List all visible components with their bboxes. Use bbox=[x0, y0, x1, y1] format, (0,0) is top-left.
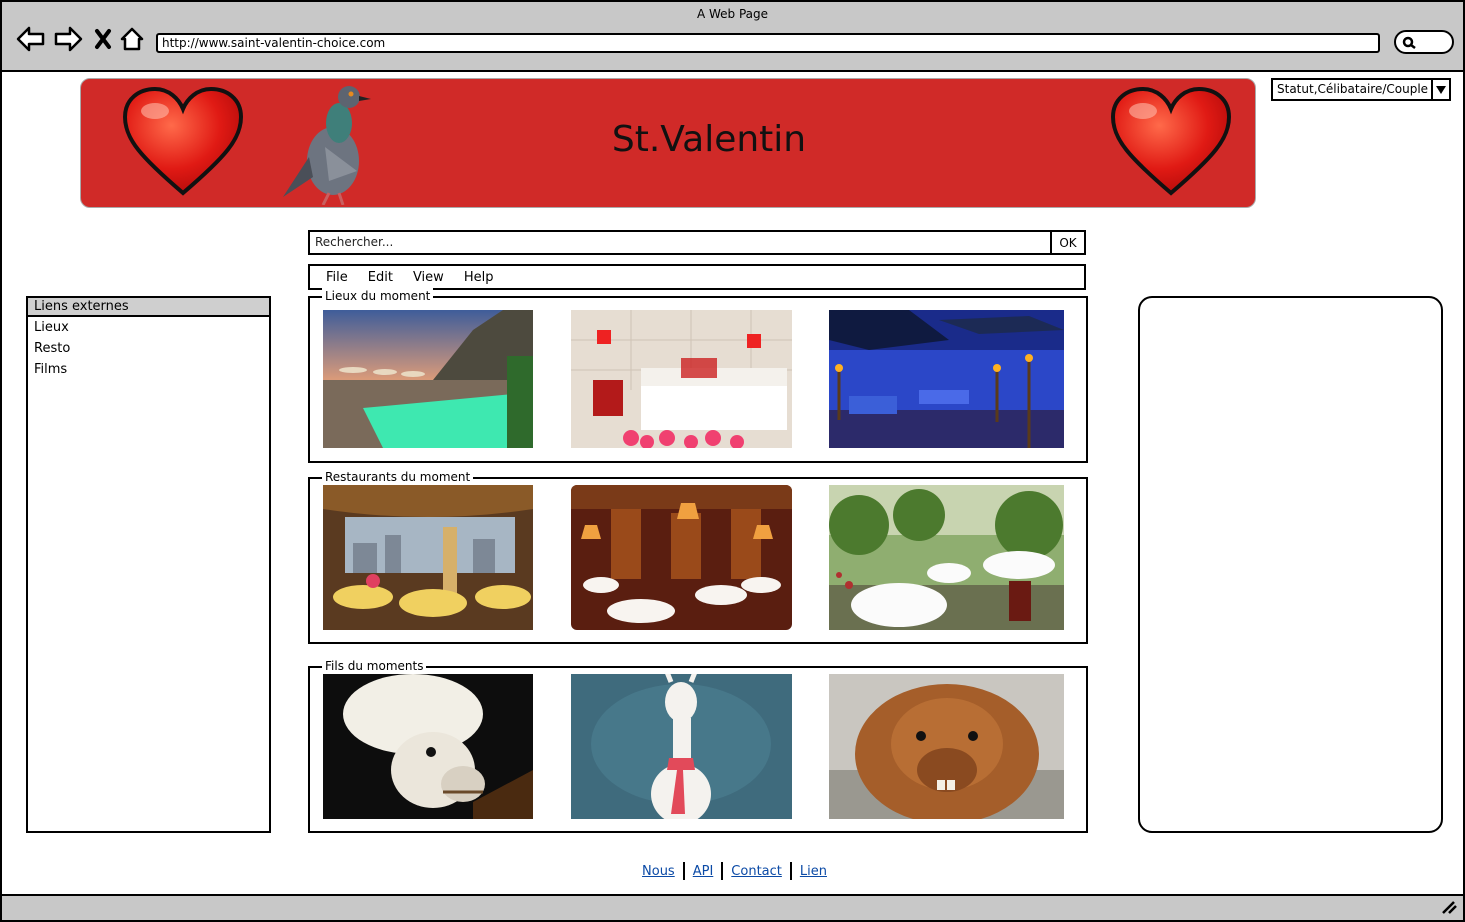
external-links-list: Liens externes Lieux Resto Films bbox=[26, 296, 271, 833]
footer-link-lien[interactable]: Lien bbox=[794, 864, 833, 879]
browser-toolbar: A Web Page http://www.saint-valentin-cho… bbox=[2, 2, 1463, 72]
forward-icon[interactable] bbox=[53, 24, 83, 54]
chevron-down-icon[interactable] bbox=[1431, 80, 1449, 99]
menu-help[interactable]: Help bbox=[464, 270, 494, 285]
search-bar: Rechercher... OK bbox=[308, 230, 1086, 255]
browser-window: A Web Page http://www.saint-valentin-cho… bbox=[0, 0, 1465, 922]
window-title: A Web Page bbox=[696, 7, 769, 21]
heart-icon bbox=[1110, 86, 1232, 196]
url-bar[interactable]: http://www.saint-valentin-choice.com bbox=[156, 33, 1380, 53]
status-select-value: Statut,Célibataire/Couple bbox=[1277, 82, 1429, 96]
restaurant-interior-image[interactable] bbox=[571, 485, 792, 630]
search-ok-button[interactable]: OK bbox=[1050, 232, 1084, 253]
pool-image[interactable] bbox=[323, 310, 533, 448]
stop-icon[interactable] bbox=[88, 24, 118, 54]
footer-links: Nous API Contact Lien bbox=[2, 862, 1465, 880]
group-legend: Fils du moments bbox=[322, 658, 427, 674]
garden-terrace-image[interactable] bbox=[829, 485, 1064, 630]
llama-portrait-image[interactable] bbox=[323, 674, 533, 819]
footer-separator bbox=[721, 862, 724, 880]
browser-search[interactable] bbox=[1394, 30, 1454, 54]
footer-separator bbox=[682, 862, 685, 880]
llama-fluffy-image[interactable] bbox=[829, 674, 1064, 819]
footer-link-api[interactable]: API bbox=[687, 864, 720, 879]
resize-grip-icon[interactable] bbox=[1441, 900, 1457, 914]
sidebar-item-lieux[interactable]: Lieux bbox=[28, 317, 269, 338]
menu-edit[interactable]: Edit bbox=[368, 270, 393, 285]
header-banner: St.Valentin bbox=[80, 78, 1256, 208]
beach-dinner-image[interactable] bbox=[829, 310, 1064, 448]
menu-view[interactable]: View bbox=[413, 270, 444, 285]
right-panel bbox=[1138, 296, 1443, 833]
restaurant-view-image[interactable] bbox=[323, 485, 533, 630]
back-icon[interactable] bbox=[16, 24, 46, 54]
footer-separator bbox=[789, 862, 792, 880]
films-group: Fils du moments bbox=[308, 658, 1088, 833]
llama-scarf-image[interactable] bbox=[571, 674, 792, 819]
search-icon bbox=[1402, 36, 1416, 49]
places-group: Lieux du moment bbox=[308, 288, 1088, 463]
home-icon[interactable] bbox=[117, 24, 147, 54]
menubar: File Edit View Help bbox=[308, 264, 1086, 290]
footer-link-nous[interactable]: Nous bbox=[636, 864, 681, 879]
sidebar-item-resto[interactable]: Resto bbox=[28, 338, 269, 359]
list-header: Liens externes bbox=[28, 298, 269, 317]
menu-file[interactable]: File bbox=[326, 270, 348, 285]
group-legend: Restaurants du moment bbox=[322, 469, 474, 485]
status-select[interactable]: Statut,Célibataire/Couple bbox=[1271, 78, 1451, 101]
search-input[interactable]: Rechercher... bbox=[310, 232, 1050, 253]
restaurants-group: Restaurants du moment bbox=[308, 469, 1088, 644]
bedroom-image[interactable] bbox=[571, 310, 792, 448]
group-legend: Lieux du moment bbox=[322, 288, 434, 304]
banner-title: St.Valentin bbox=[611, 119, 807, 160]
status-bar bbox=[2, 894, 1463, 920]
footer-link-contact[interactable]: Contact bbox=[725, 864, 788, 879]
sidebar-item-films[interactable]: Films bbox=[28, 359, 269, 380]
